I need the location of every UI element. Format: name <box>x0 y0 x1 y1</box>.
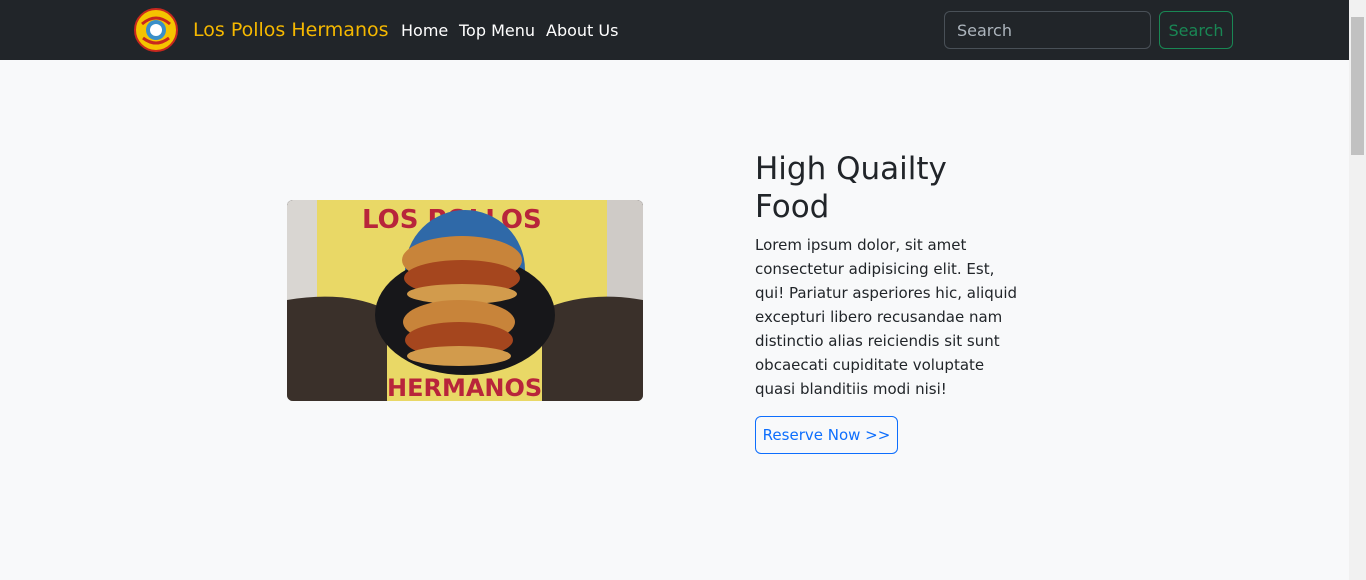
search-button[interactable]: Search <box>1159 11 1233 49</box>
nav-link-home[interactable]: Home <box>401 20 448 42</box>
reserve-now-button[interactable]: Reserve Now >> <box>755 416 898 454</box>
top-navbar: Los Pollos Hermanos Home Top Menu About … <box>0 0 1349 60</box>
nav-link-about-us[interactable]: About Us <box>546 20 618 42</box>
hero-description: Lorem ipsum dolor, sit amet consectetur … <box>755 236 1018 398</box>
svg-text:HERMANOS: HERMANOS <box>387 374 542 401</box>
brand-name[interactable]: Los Pollos Hermanos <box>193 18 389 42</box>
search-input[interactable] <box>944 11 1151 49</box>
chicken-sandwich-image: LOS POLLOS HERMANOS <box>287 200 643 401</box>
brand-logo-icon[interactable] <box>134 8 178 52</box>
hero-title: High Quailty Food <box>755 151 947 225</box>
nav-link-top-menu[interactable]: Top Menu <box>459 20 535 42</box>
scrollbar-thumb[interactable] <box>1351 17 1364 155</box>
